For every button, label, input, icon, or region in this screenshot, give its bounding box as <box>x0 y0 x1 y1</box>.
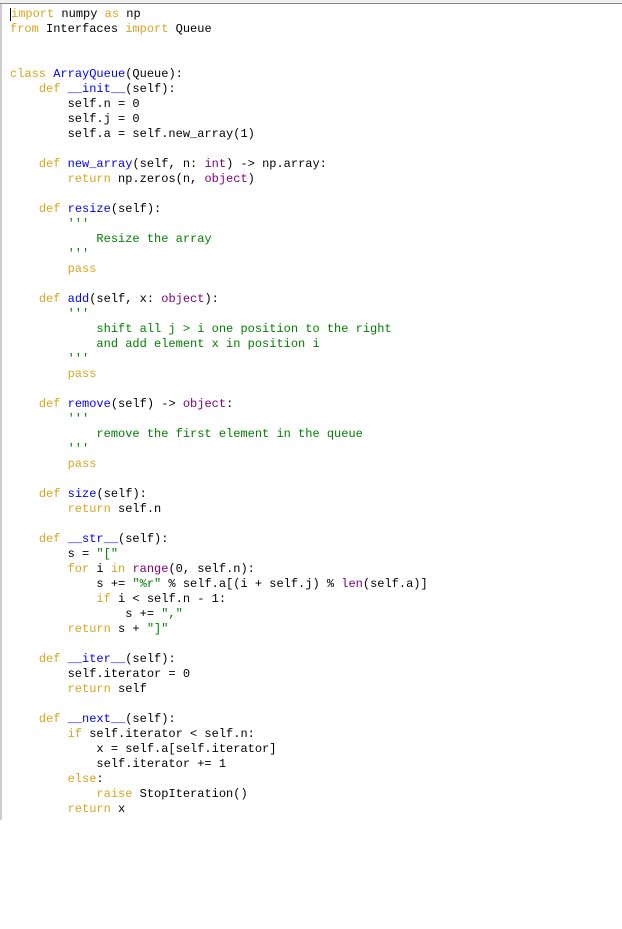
keyword-return: return <box>68 802 111 816</box>
code-text: StopIteration() <box>132 787 247 801</box>
docstring: ''' <box>10 442 89 456</box>
code-text: s = <box>10 547 96 561</box>
code-text: self.n = 0 <box>10 97 140 111</box>
keyword-pass: pass <box>68 457 97 471</box>
keyword-import: import <box>11 7 54 21</box>
keyword-def: def <box>39 397 61 411</box>
method-name: __next__ <box>60 712 125 726</box>
string-literal: "," <box>161 607 183 621</box>
code-text: (self, n: <box>132 157 204 171</box>
code-text: self <box>111 682 147 696</box>
method-name: remove <box>60 397 110 411</box>
keyword-in: in <box>111 562 125 576</box>
code-text: i < self.n - 1: <box>111 592 226 606</box>
code-text: Queue <box>168 22 211 36</box>
method-name: __init__ <box>60 82 125 96</box>
builtin-object: object <box>161 292 204 306</box>
code-text: s += <box>10 607 161 621</box>
code-text: s += <box>10 577 132 591</box>
keyword-raise: raise <box>96 787 132 801</box>
code-text: x <box>111 802 125 816</box>
string-literal: "%r" <box>132 577 161 591</box>
code-text: (self): <box>125 712 175 726</box>
code-text: np <box>119 7 141 21</box>
keyword-def: def <box>39 202 61 216</box>
keyword-as: as <box>105 7 119 21</box>
docstring: shift all j > i one position to the righ… <box>10 322 392 336</box>
code-text: (self): <box>125 652 175 666</box>
string-literal: "]" <box>147 622 169 636</box>
code-text: self.iterator = 0 <box>10 667 190 681</box>
method-name: add <box>60 292 89 306</box>
keyword-return: return <box>68 502 111 516</box>
code-text: ) <box>248 172 255 186</box>
builtin-object: object <box>183 397 226 411</box>
code-text: x = self.a[self.iterator] <box>10 742 276 756</box>
code-text: self.iterator += 1 <box>10 757 226 771</box>
builtin-range: range <box>132 562 168 576</box>
keyword-if: if <box>68 727 82 741</box>
keyword-def: def <box>39 82 61 96</box>
keyword-class: class <box>10 67 46 81</box>
code-text: (self): <box>125 82 175 96</box>
code-text: (self): <box>118 532 168 546</box>
keyword-def: def <box>39 652 61 666</box>
code-text: self.a = self.new_array(1) <box>10 127 255 141</box>
keyword-pass: pass <box>68 367 97 381</box>
code-editor[interactable]: import numpy as np from Interfaces impor… <box>0 4 622 820</box>
code-text: % self.a[(i + self.j) % <box>161 577 341 591</box>
keyword-def: def <box>39 292 61 306</box>
keyword-def: def <box>39 487 61 501</box>
code-text: ): <box>204 292 218 306</box>
docstring: Resize the array <box>10 232 212 246</box>
keyword-if: if <box>96 592 110 606</box>
docstring: remove the first element in the queue <box>10 427 363 441</box>
keyword-return: return <box>68 172 111 186</box>
code-text: (self) -> <box>111 397 183 411</box>
code-text: numpy <box>54 7 104 21</box>
builtin-object: object <box>204 172 247 186</box>
code-text: ) -> np.array: <box>226 157 327 171</box>
code-text: Interfaces <box>39 22 125 36</box>
code-text: : <box>96 772 103 786</box>
builtin-len: len <box>341 577 363 591</box>
code-text: : <box>226 397 233 411</box>
code-text: i <box>89 562 111 576</box>
code-text: self.j = 0 <box>10 112 140 126</box>
code-text: (Queue): <box>125 67 183 81</box>
docstring: ''' <box>10 352 89 366</box>
keyword-import: import <box>125 22 168 36</box>
keyword-def: def <box>39 157 61 171</box>
method-name: __iter__ <box>60 652 125 666</box>
keyword-else: else <box>68 772 97 786</box>
method-name: size <box>60 487 96 501</box>
string-literal: "[" <box>96 547 118 561</box>
docstring: ''' <box>10 247 89 261</box>
code-text: (self): <box>96 487 146 501</box>
method-name: __str__ <box>60 532 118 546</box>
keyword-from: from <box>10 22 39 36</box>
builtin-int: int <box>204 157 226 171</box>
keyword-return: return <box>68 682 111 696</box>
docstring: and add element x in position i <box>10 337 320 351</box>
code-text: (self, x: <box>89 292 161 306</box>
method-name: resize <box>60 202 110 216</box>
code-text: (self.a)] <box>363 577 428 591</box>
code-text: self.iterator < self.n: <box>82 727 255 741</box>
method-name: new_array <box>60 157 132 171</box>
keyword-pass: pass <box>68 262 97 276</box>
keyword-def: def <box>39 532 61 546</box>
keyword-return: return <box>68 622 111 636</box>
docstring: ''' <box>10 307 89 321</box>
docstring: ''' <box>10 412 89 426</box>
keyword-def: def <box>39 712 61 726</box>
code-text: s + <box>111 622 147 636</box>
keyword-for: for <box>68 562 90 576</box>
class-name: ArrayQueue <box>46 67 125 81</box>
code-text: (0, self.n): <box>168 562 254 576</box>
code-text: self.n <box>111 502 161 516</box>
docstring: ''' <box>10 217 89 231</box>
code-text: (self): <box>111 202 161 216</box>
code-text: np.zeros(n, <box>111 172 205 186</box>
